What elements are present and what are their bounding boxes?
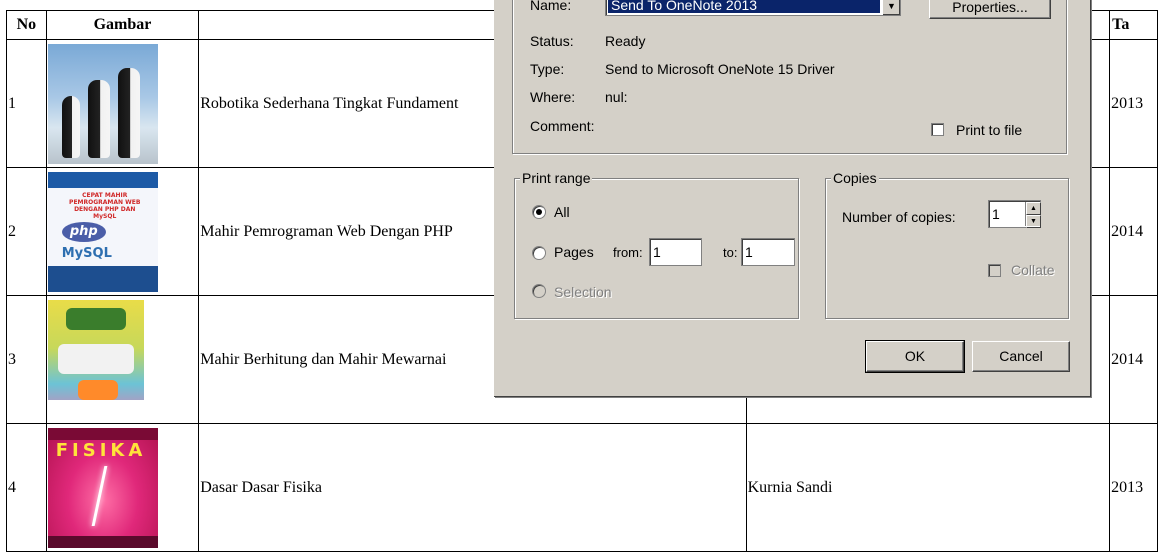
copies-spinner[interactable]: ▲ ▼ (1025, 202, 1041, 228)
spin-up-icon[interactable]: ▲ (1026, 202, 1041, 215)
collate-label[interactable]: Collate (1011, 262, 1055, 278)
row-no: 4 (6, 423, 47, 552)
penguins-image (47, 44, 158, 164)
selection-radio-label[interactable]: Selection (554, 284, 612, 300)
printer-name-label: Name: (530, 0, 572, 13)
spin-down-icon[interactable]: ▼ (1026, 215, 1041, 228)
row-cover-cell: FISIKA (45, 423, 200, 552)
printer-name-value: Send To OneNote 2013 (608, 0, 880, 13)
header-no: No (6, 10, 47, 40)
row-penulis: Kurnia Sandi (745, 423, 1111, 552)
table-row: 4 FISIKA Dasar Dasar Fisika Kurnia Sandi… (6, 423, 1158, 552)
number-of-copies-label: Number of copies: (842, 209, 956, 225)
collate-checkbox[interactable] (988, 264, 1001, 277)
pages-radio-label[interactable]: Pages (554, 244, 594, 260)
dropdown-arrow-icon[interactable]: ▼ (882, 0, 900, 15)
pages-radio[interactable] (532, 246, 546, 260)
row-tahun: 2014 (1109, 295, 1158, 424)
row-tahun: 2014 (1109, 167, 1158, 296)
row-tahun: 2013 (1109, 39, 1158, 168)
printer-name-select[interactable]: Send To OneNote 2013 ▼ (605, 0, 901, 16)
to-page-input[interactable]: 1 (741, 238, 795, 266)
from-page-input[interactable]: 1 (649, 238, 702, 266)
php-mysql-book-cover: CEPAT MAHIR PEMROGRAMAN WEB DENGAN PHP D… (47, 172, 158, 292)
status-label: Status: (530, 33, 574, 49)
all-radio[interactable] (532, 205, 546, 219)
where-value: nul: (605, 89, 628, 105)
print-dialog: Name: Send To OneNote 2013 ▼ Properties.… (494, 0, 1091, 397)
type-value: Send to Microsoft OneNote 15 Driver (605, 61, 835, 77)
cancel-button[interactable]: Cancel (972, 341, 1070, 372)
status-value: Ready (605, 33, 646, 49)
row-no: 2 (6, 167, 47, 296)
from-label: from: (613, 245, 643, 260)
print-to-file-label[interactable]: Print to file (956, 122, 1022, 138)
where-label: Where: (530, 89, 576, 105)
row-no: 3 (6, 295, 47, 424)
row-cover-cell (45, 39, 200, 168)
header-tahun: Ta (1109, 10, 1158, 40)
row-cover-cell: CEPAT MAHIR PEMROGRAMAN WEB DENGAN PHP D… (45, 167, 200, 296)
type-label: Type: (530, 61, 565, 77)
comment-label: Comment: (530, 118, 595, 134)
row-no: 1 (6, 39, 47, 168)
to-label: to: (723, 245, 738, 260)
print-to-file-checkbox[interactable] (931, 123, 944, 136)
selection-radio[interactable] (532, 284, 546, 298)
properties-button[interactable]: Properties... (929, 0, 1051, 19)
math-coloring-book-cover (47, 300, 144, 420)
physics-book-cover: FISIKA (47, 428, 158, 548)
row-cover-cell (45, 295, 200, 424)
row-judul: Dasar Dasar Fisika (198, 423, 747, 552)
print-range-legend: Print range (520, 170, 593, 186)
row-tahun: 2013 (1109, 423, 1158, 552)
ok-button[interactable]: OK (865, 340, 965, 373)
all-radio-label[interactable]: All (554, 204, 570, 220)
copies-legend: Copies (831, 170, 879, 186)
header-gambar: Gambar (45, 10, 200, 40)
